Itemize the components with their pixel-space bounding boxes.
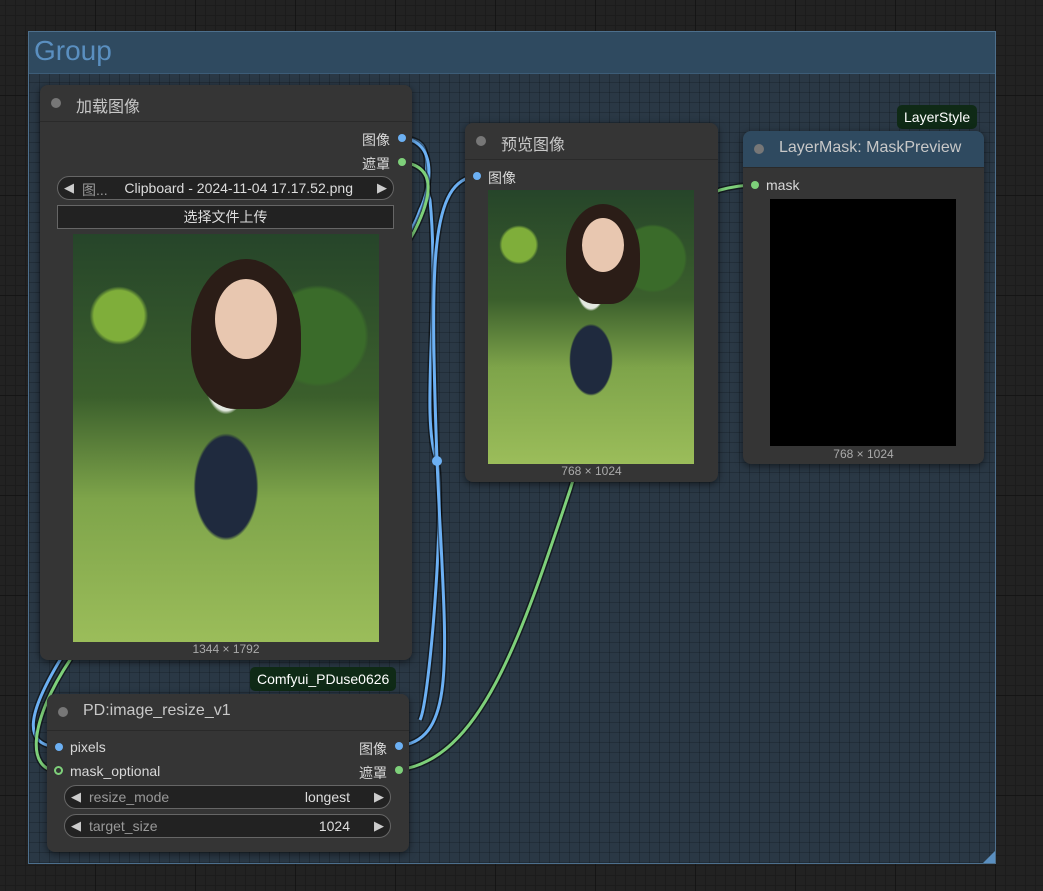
collapse-dot-icon[interactable] <box>58 707 68 717</box>
node-badge-pduse: Comfyui_PDuse0626 <box>250 667 397 691</box>
image-content-face <box>582 218 624 272</box>
widget-label: resize_mode <box>89 789 170 805</box>
collapse-dot-icon[interactable] <box>754 144 764 154</box>
output-port-mask[interactable] <box>395 766 403 774</box>
next-arrow-icon[interactable]: ▶ <box>374 789 384 805</box>
input-label-mask: mask <box>766 177 800 193</box>
node-header[interactable]: PD:image_resize_v1 <box>47 694 409 731</box>
node-header[interactable]: LayerMask: MaskPreview <box>743 131 984 168</box>
input-label-mask-optional: mask_optional <box>70 763 161 779</box>
input-port-mask[interactable] <box>751 181 759 189</box>
node-header[interactable]: 加载图像 <box>40 85 412 122</box>
collapse-dot-icon[interactable] <box>51 98 61 108</box>
input-port-image[interactable] <box>473 172 481 180</box>
upload-button[interactable]: 选择文件上传 <box>57 205 394 229</box>
node-title: PD:image_resize_v1 <box>83 702 231 719</box>
output-port-mask[interactable] <box>398 158 406 166</box>
output-label-mask: 遮罩 <box>362 156 390 172</box>
node-badge-layerstyle: LayerStyle <box>897 105 978 129</box>
decrement-arrow-icon[interactable]: ◀ <box>71 818 81 834</box>
load-image-node[interactable]: 加载图像 图像 遮罩 ◀ 图... Clipboard - 2024-11-04… <box>40 85 412 660</box>
widget-value: Clipboard - 2024-11-04 17.17.52.png <box>124 180 353 196</box>
mask-preview-image <box>770 199 956 446</box>
input-label-pixels: pixels <box>70 739 106 755</box>
input-port-mask-optional[interactable] <box>54 766 63 775</box>
node-title: 加载图像 <box>76 99 141 116</box>
increment-arrow-icon[interactable]: ▶ <box>374 818 384 834</box>
image-combo-widget[interactable]: ◀ 图... Clipboard - 2024-11-04 17.17.52.p… <box>57 176 394 200</box>
loaded-image <box>73 234 379 642</box>
preview-image-node[interactable]: 预览图像 图像 768 × 1024 <box>465 123 718 482</box>
preview-image <box>488 190 694 464</box>
image-dimensions: 1344 × 1792 <box>192 642 260 656</box>
node-header[interactable]: 预览图像 <box>465 123 718 160</box>
prev-arrow-icon[interactable]: ◀ <box>71 789 81 805</box>
output-port-image[interactable] <box>398 134 406 142</box>
widget-label: target_size <box>89 818 158 834</box>
output-port-image[interactable] <box>395 742 403 750</box>
collapse-dot-icon[interactable] <box>476 136 486 146</box>
resize-mode-widget[interactable]: ◀ resize_mode longest ▶ <box>64 785 391 809</box>
prev-arrow-icon[interactable]: ◀ <box>64 180 74 196</box>
output-label-image: 图像 <box>362 132 390 148</box>
output-label-image: 图像 <box>359 741 387 757</box>
widget-label: 图... <box>82 182 108 198</box>
next-arrow-icon[interactable]: ▶ <box>377 180 387 196</box>
output-label-mask: 遮罩 <box>359 765 387 781</box>
widget-value: longest <box>304 789 350 805</box>
reroute-point <box>432 456 442 466</box>
image-resize-node[interactable]: PD:image_resize_v1 pixels mask_optional … <box>47 694 409 852</box>
input-label-image: 图像 <box>488 170 516 186</box>
target-size-widget[interactable]: ◀ target_size 1024 ▶ <box>64 814 391 838</box>
image-dimensions: 768 × 1024 <box>833 447 894 461</box>
mask-preview-node[interactable]: LayerMask: MaskPreview mask 768 × 1024 <box>743 131 984 464</box>
widget-value: 1024 <box>318 818 350 834</box>
input-port-pixels[interactable] <box>55 743 63 751</box>
image-dimensions: 768 × 1024 <box>561 464 622 478</box>
node-title: 预览图像 <box>501 137 566 154</box>
node-title: LayerMask: MaskPreview <box>779 139 962 156</box>
image-content-face <box>215 279 277 359</box>
